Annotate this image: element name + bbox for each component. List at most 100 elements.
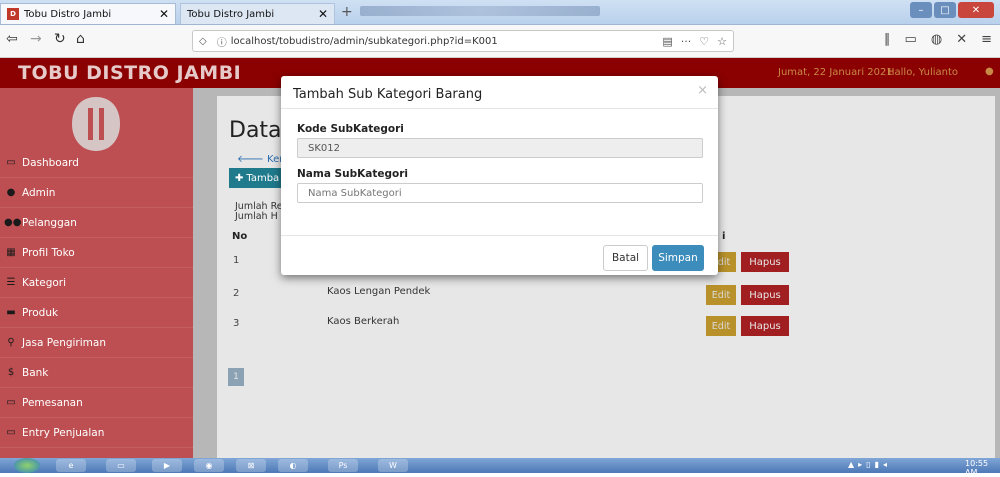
menu-icon[interactable]: ≡ — [981, 32, 992, 47]
chrome-icon[interactable]: ◉ — [194, 459, 224, 472]
table-row-no: 3 — [233, 318, 240, 329]
folder-icon[interactable]: ▭ — [106, 459, 136, 472]
sidebar-item-label: Profil Toko — [22, 246, 75, 259]
truck-icon: ▬ — [6, 307, 16, 318]
sidebar-item-kategori[interactable]: ☰ Kategori — [0, 268, 193, 298]
sidebar-item-label: Bank — [22, 366, 49, 379]
cancel-button[interactable]: Batal — [603, 245, 648, 271]
word-icon[interactable]: W — [378, 459, 408, 472]
tab-close-icon[interactable]: ✕ — [159, 7, 169, 21]
header-date: Jumat, 22 Januari 2021 — [778, 67, 893, 78]
bookmark-star-icon[interactable]: ☆ — [717, 35, 727, 48]
extension-icon[interactable]: ◍ — [931, 32, 942, 47]
browser-tab-bar: D Tobu Distro Jambi ✕ Tobu Distro Jambi … — [0, 0, 1000, 25]
edit-button[interactable]: Edit — [706, 285, 736, 305]
add-button-label: Tamba — [246, 172, 280, 184]
modal-divider — [281, 108, 718, 109]
pagination-page[interactable]: 1 — [228, 368, 244, 386]
sidebar-item-pemesanan[interactable]: ▭ Pemesanan — [0, 388, 193, 418]
add-button[interactable]: ✚ Tamba — [229, 168, 283, 188]
close-icon[interactable]: ✕ — [958, 2, 994, 18]
new-tab-icon[interactable]: + — [341, 4, 353, 20]
browser-tab-inactive[interactable]: Tobu Distro Jambi ✕ — [180, 3, 335, 24]
close-extension-icon[interactable]: ✕ — [956, 32, 967, 47]
sidebar-item-label: Kategori — [22, 276, 67, 289]
firefox-icon[interactable]: ◐ — [278, 459, 308, 472]
table-row-no: 1 — [233, 255, 240, 266]
ie-icon[interactable]: e — [56, 459, 86, 472]
sidebar-item-dashboard[interactable]: ▭ Dashboard — [0, 148, 193, 178]
sidebar: ▭ Dashboard ● Admin ●● Pelanggan ▦ Profi… — [0, 88, 193, 458]
users-icon: ●● — [4, 217, 22, 228]
home-icon[interactable]: ⌂ — [76, 31, 85, 47]
more-actions-icon[interactable]: ··· — [681, 35, 692, 48]
taskbar: e ▭ ▶ ◉ ⊠ ◐ Ps W ▲▸▯▮◂ 10:55 AM — [0, 458, 1000, 477]
header-greeting[interactable]: Hallo, Yulianto — [887, 67, 958, 78]
sidebar-item-entry-penjualan[interactable]: ▭ Entry Penjualan — [0, 418, 193, 448]
dollar-icon: $ — [7, 367, 15, 378]
system-tray-icons[interactable]: ▲▸▯▮◂ — [848, 460, 891, 469]
sidebar-item-produk[interactable]: ▬ Produk — [0, 298, 193, 328]
sidebar-item-admin[interactable]: ● Admin — [0, 178, 193, 208]
card-icon: ▭ — [6, 397, 16, 408]
sidebar-item-profil-toko[interactable]: ▦ Profil Toko — [0, 238, 193, 268]
tab-close-icon[interactable]: ✕ — [318, 7, 328, 21]
modal-close-icon[interactable]: × — [697, 83, 708, 98]
delete-button[interactable]: Hapus — [741, 285, 789, 305]
browser-tab-active[interactable]: D Tobu Distro Jambi ✕ — [0, 3, 176, 24]
user-icon: ● — [6, 187, 16, 198]
table-row-name: Kaos Berkerah — [327, 316, 400, 327]
maximize-icon[interactable]: □ — [934, 2, 956, 18]
user-icon[interactable]: ● — [985, 66, 994, 77]
forward-icon[interactable]: → — [30, 31, 42, 47]
table-row-no: 2 — [233, 288, 240, 299]
modal-divider — [281, 235, 718, 236]
kode-field[interactable] — [297, 138, 703, 158]
photoshop-icon[interactable]: Ps — [328, 459, 358, 472]
library-icon[interactable]: ∥ — [884, 32, 891, 47]
kode-label: Kode SubKategori — [297, 123, 404, 135]
url-text: localhost/tobudistro/admin/subkategori.p… — [230, 35, 498, 47]
card-icon: ▭ — [6, 427, 16, 438]
nama-field[interactable] — [297, 183, 703, 203]
column-header-aksi: i — [722, 231, 726, 242]
info-icon: ⓘ — [216, 37, 227, 49]
sidebar-item-label: Produk — [22, 306, 59, 319]
clock-time: 10:55 AM — [965, 459, 989, 477]
address-bar[interactable]: ◇ ⓘ localhost/tobudistro/admin/subkatego… — [192, 30, 734, 52]
map-marker-icon: ⚲ — [7, 337, 15, 348]
sidebar-item-label: Pelanggan — [22, 216, 77, 229]
reload-icon[interactable]: ↻ — [54, 31, 66, 47]
delete-button[interactable]: Hapus — [741, 252, 789, 272]
table-row-name: Kaos Lengan Pendek — [327, 286, 431, 297]
xampp-icon[interactable]: ⊠ — [236, 459, 266, 472]
sidebar-item-bank[interactable]: $ Bank — [0, 358, 193, 388]
sidebar-item-label: Dashboard — [22, 156, 79, 169]
add-subcategory-modal: Tambah Sub Kategori Barang × Kode SubKat… — [281, 76, 718, 275]
brand-title[interactable]: TOBU DISTRO JAMBI — [18, 62, 241, 84]
sidebar-item-label: Jasa Pengiriman — [22, 336, 106, 349]
sidebar-item-pelanggan[interactable]: ●● Pelanggan — [0, 208, 193, 238]
back-icon[interactable]: ⇦ — [6, 31, 18, 47]
tab-title: Tobu Distro Jambi — [187, 8, 275, 20]
start-button[interactable] — [14, 458, 40, 473]
edit-button[interactable]: Edit — [706, 316, 736, 336]
plus-icon: ✚ — [235, 172, 244, 184]
toolbar-right: ∥ ▭ ◍ ✕ ≡ — [884, 32, 992, 47]
reader-view-icon[interactable]: ▤ — [662, 35, 672, 48]
save-button[interactable]: Simpan — [652, 245, 704, 271]
list-icon: ☰ — [6, 277, 16, 288]
sidebar-item-label: Entry Penjualan — [22, 426, 105, 439]
pocket-icon[interactable]: ♡ — [699, 35, 709, 48]
sidebar-toggle-icon[interactable]: ▭ — [905, 32, 917, 47]
browser-nav-bar: ⇦ → ↻ ⌂ ◇ ⓘ localhost/tobudistro/admin/s… — [0, 25, 1000, 58]
modal-title: Tambah Sub Kategori Barang — [293, 87, 483, 102]
page-title: Data — [229, 118, 282, 143]
grid-icon: ▦ — [6, 247, 16, 258]
sidebar-item-jasa-pengiriman[interactable]: ⚲ Jasa Pengiriman — [0, 328, 193, 358]
minimize-icon[interactable]: – — [910, 2, 932, 18]
site-favicon-icon: D — [7, 8, 19, 20]
media-player-icon[interactable]: ▶ — [152, 459, 182, 472]
delete-button[interactable]: Hapus — [741, 316, 789, 336]
shield-icon: ◇ — [199, 35, 207, 47]
